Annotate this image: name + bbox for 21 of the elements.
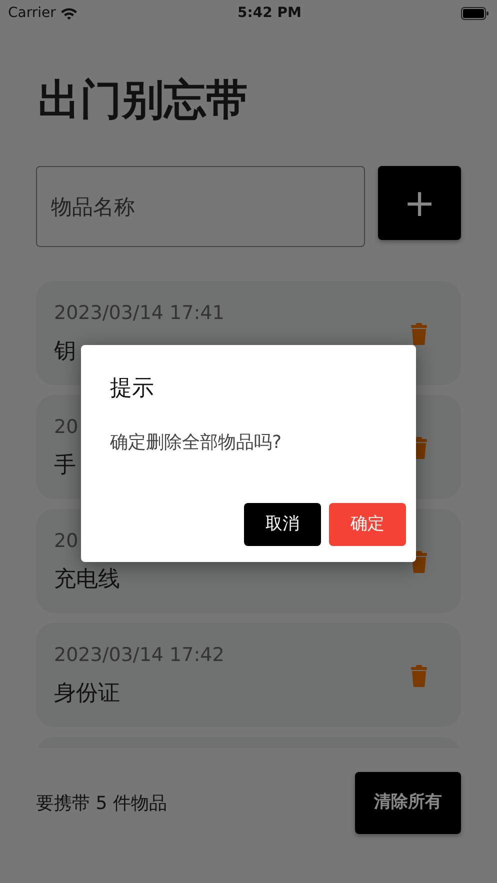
item-count-text: 要携带 5 件物品 (36, 792, 167, 816)
battery-icon (461, 6, 489, 20)
item-name: 身份证 (54, 680, 121, 708)
item-date: 2023/03/14 17:41 (54, 301, 224, 326)
item-date: 2023/03/14 17:42 (54, 643, 224, 668)
page-title: 出门别忘带 (38, 74, 249, 126)
status-time: 5:42 PM (238, 4, 302, 22)
item-name: 钥 (54, 338, 77, 366)
item-name-field[interactable]: 物品名称 (36, 166, 365, 247)
wifi-icon (60, 6, 78, 20)
item-date: 20 (54, 415, 78, 440)
dialog-message: 确定删除全部物品吗? (110, 431, 283, 455)
confirm-button[interactable]: 确定 (329, 503, 406, 546)
carrier-label: Carrier (8, 4, 56, 22)
cancel-button[interactable]: 取消 (244, 503, 321, 546)
item-name: 手 (54, 452, 77, 480)
item-date: 20 (54, 529, 80, 554)
clear-all-button[interactable]: 清除所有 (355, 772, 461, 834)
dialog-title: 提示 (110, 375, 155, 403)
item-name: 充电线 (54, 566, 120, 594)
add-button[interactable]: + (378, 166, 461, 240)
